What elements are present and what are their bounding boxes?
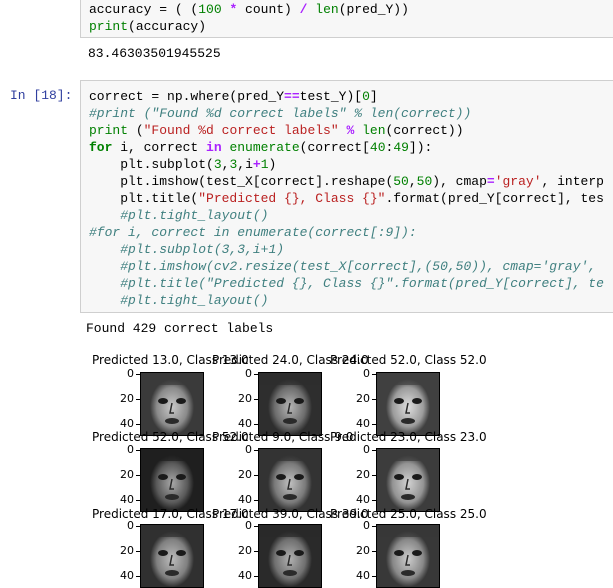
y-tick-mark bbox=[136, 551, 140, 552]
y-tick-mark bbox=[136, 374, 140, 375]
y-tick-mark bbox=[372, 551, 376, 552]
y-tick-mark bbox=[372, 475, 376, 476]
face-features bbox=[259, 449, 321, 500]
code-line: plt.imshow(test_X[correct].reshape(50,50… bbox=[89, 174, 604, 189]
face-image bbox=[140, 372, 204, 436]
code-line: plt.subplot(3,3,i+1) bbox=[89, 157, 277, 172]
face-image bbox=[140, 524, 204, 588]
face-image bbox=[258, 448, 322, 512]
face-features bbox=[377, 525, 439, 576]
y-tick-label: 20 bbox=[356, 544, 370, 557]
y-tick-mark bbox=[254, 526, 258, 527]
y-tick-label: 0 bbox=[245, 367, 252, 380]
face-features bbox=[377, 449, 439, 500]
face-features bbox=[259, 373, 321, 424]
y-tick-mark bbox=[136, 475, 140, 476]
y-tick-label: 0 bbox=[363, 443, 370, 456]
y-tick-label: 0 bbox=[363, 367, 370, 380]
y-tick-label: 20 bbox=[238, 392, 252, 405]
code-line: correct = np.where(pred_Y==test_Y)[0] bbox=[89, 89, 378, 104]
code-line: for i, correct in enumerate(correct[40:4… bbox=[89, 140, 433, 155]
code-line: #for i, correct in enumerate(correct[:9]… bbox=[89, 225, 417, 240]
face-features bbox=[141, 525, 203, 576]
y-tick-label: 40 bbox=[356, 493, 370, 506]
face-features bbox=[377, 373, 439, 424]
code-line: print ("Found %d correct labels" % len(c… bbox=[89, 123, 464, 138]
y-tick-mark bbox=[136, 526, 140, 527]
y-tick-label: 0 bbox=[127, 367, 134, 380]
y-tick-mark bbox=[372, 500, 376, 501]
subplot-title: Predicted 52.0, Class 52.0 bbox=[330, 353, 487, 367]
y-tick-label: 20 bbox=[120, 468, 134, 481]
subplot-title: Predicted 23.0, Class 23.0 bbox=[330, 430, 487, 444]
y-tick-label: 40 bbox=[238, 569, 252, 582]
y-tick-label: 0 bbox=[245, 443, 252, 456]
y-tick-label: 40 bbox=[356, 417, 370, 430]
y-tick-label: 40 bbox=[120, 417, 134, 430]
cell-output-text: Found 429 correct labels bbox=[86, 321, 274, 336]
face-image bbox=[376, 448, 440, 512]
code-line: #plt.title("Predicted {}, Class {}".form… bbox=[120, 276, 604, 291]
face-features bbox=[259, 525, 321, 576]
y-tick-mark bbox=[254, 424, 258, 425]
y-tick-label: 20 bbox=[238, 544, 252, 557]
y-tick-mark bbox=[136, 500, 140, 501]
cell-prompt: In [18]: bbox=[10, 88, 73, 103]
prev-output: 83.46303501945525 bbox=[88, 46, 221, 61]
y-tick-mark bbox=[372, 399, 376, 400]
y-tick-mark bbox=[372, 526, 376, 527]
y-tick-label: 0 bbox=[127, 443, 134, 456]
prev-code-line-1: accuracy = ( (100 * count) / len(pred_Y)… bbox=[89, 2, 409, 17]
y-tick-mark bbox=[254, 500, 258, 501]
face-image bbox=[376, 372, 440, 436]
y-tick-mark bbox=[254, 399, 258, 400]
y-tick-mark bbox=[136, 424, 140, 425]
face-image bbox=[258, 524, 322, 588]
y-tick-label: 40 bbox=[120, 493, 134, 506]
prev-code-line-2: print(accuracy) bbox=[89, 19, 207, 34]
face-image bbox=[376, 524, 440, 588]
y-tick-mark bbox=[372, 576, 376, 577]
code-line: #plt.tight_layout() bbox=[120, 208, 269, 223]
face-image bbox=[258, 372, 322, 436]
y-tick-mark bbox=[136, 399, 140, 400]
y-tick-mark bbox=[254, 551, 258, 552]
y-tick-label: 40 bbox=[238, 417, 252, 430]
code-line: plt.title("Predicted {}, Class {}".forma… bbox=[89, 191, 604, 206]
code-cell-18[interactable]: correct = np.where(pred_Y==test_Y)[0] #p… bbox=[80, 80, 613, 313]
y-tick-mark bbox=[136, 450, 140, 451]
y-tick-mark bbox=[254, 374, 258, 375]
y-tick-mark bbox=[254, 576, 258, 577]
face-features bbox=[141, 449, 203, 500]
y-tick-mark bbox=[372, 450, 376, 451]
y-tick-mark bbox=[372, 374, 376, 375]
code-line: #plt.tight_layout() bbox=[120, 293, 269, 308]
y-tick-label: 20 bbox=[120, 392, 134, 405]
y-tick-mark bbox=[372, 424, 376, 425]
y-tick-mark bbox=[254, 450, 258, 451]
y-tick-label: 20 bbox=[120, 544, 134, 557]
y-tick-label: 20 bbox=[356, 468, 370, 481]
y-tick-mark bbox=[254, 475, 258, 476]
y-tick-label: 20 bbox=[356, 392, 370, 405]
y-tick-mark bbox=[136, 576, 140, 577]
code-line: #plt.imshow(cv2.resize(test_X[correct],(… bbox=[120, 259, 597, 274]
y-tick-label: 40 bbox=[356, 569, 370, 582]
code-line: #plt.subplot(3,3,i+1) bbox=[120, 242, 285, 257]
y-tick-label: 40 bbox=[238, 493, 252, 506]
face-features bbox=[141, 373, 203, 424]
code-line: #print ("Found %d correct labels" % len(… bbox=[89, 106, 472, 121]
face-image bbox=[140, 448, 204, 512]
y-tick-label: 20 bbox=[238, 468, 252, 481]
y-tick-label: 40 bbox=[120, 569, 134, 582]
prev-code-cell[interactable]: accuracy = ( (100 * count) / len(pred_Y)… bbox=[80, 0, 613, 38]
